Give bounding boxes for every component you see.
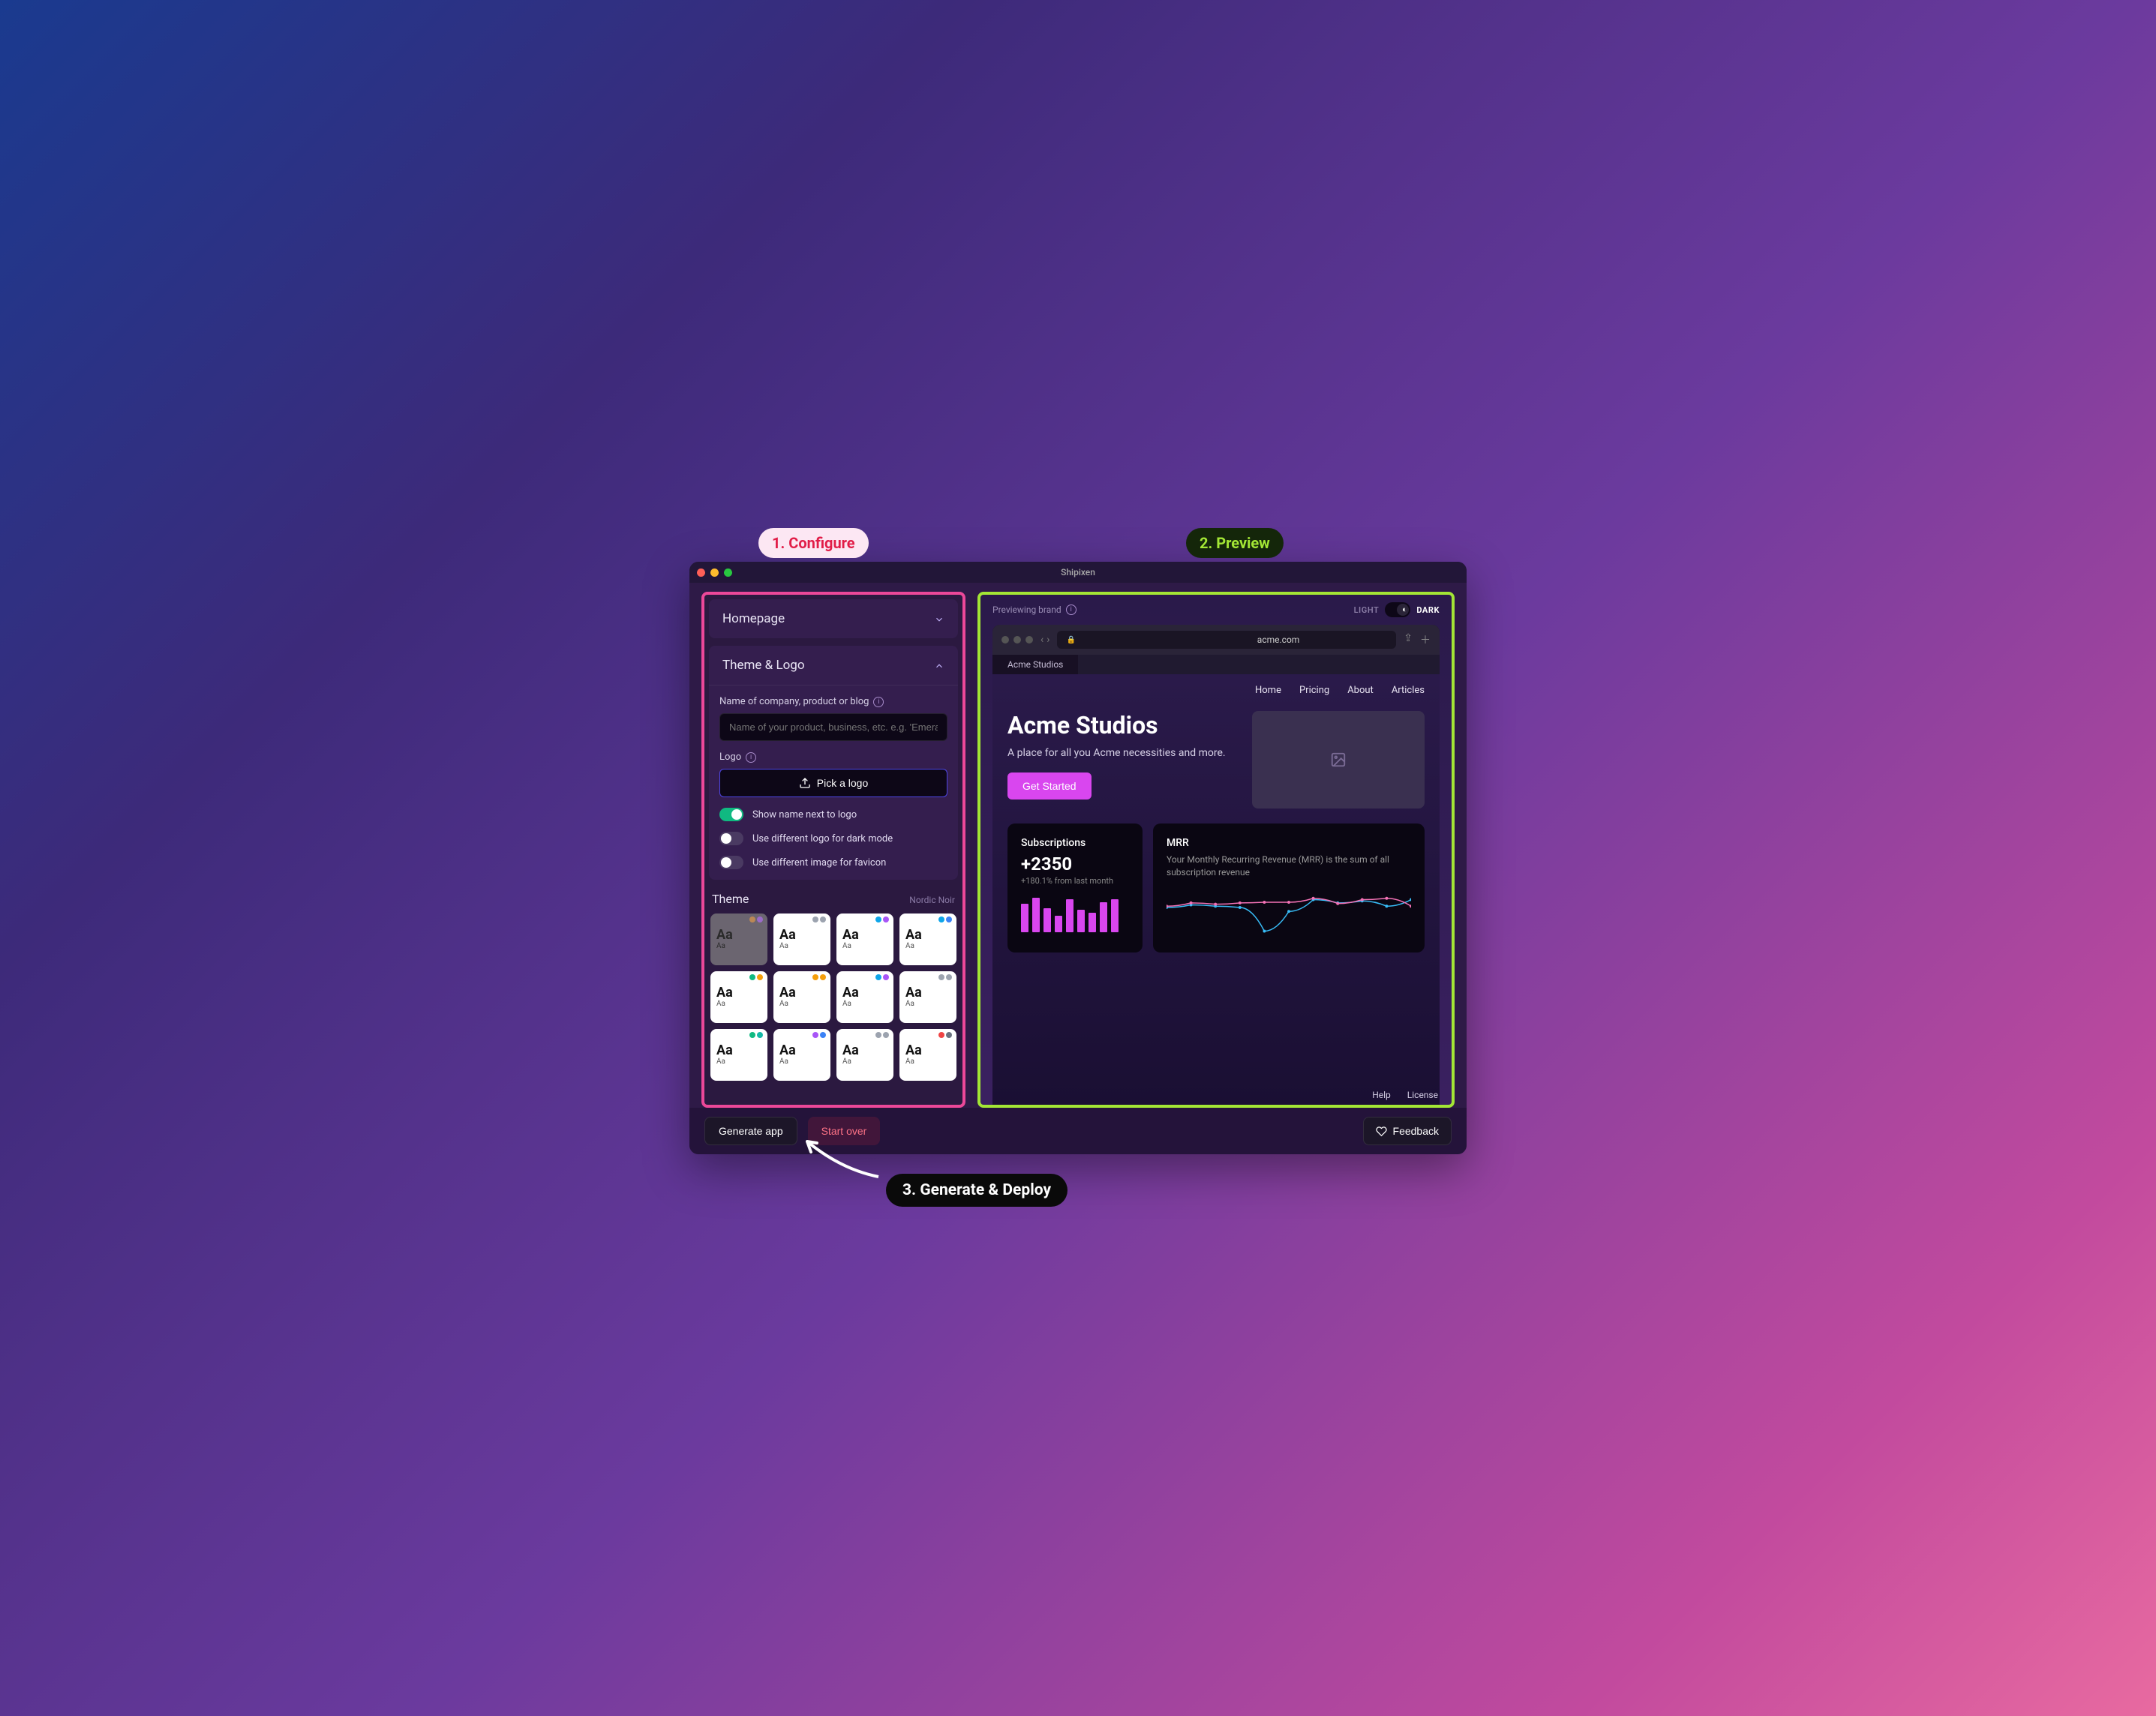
toggle-show-name-label: Show name next to logo: [752, 809, 857, 820]
nav-link[interactable]: About: [1347, 685, 1374, 696]
lock-icon: 🔒: [1066, 636, 1075, 644]
section-homepage-title: Homepage: [722, 611, 785, 626]
section-theme-logo: Theme & Logo Name of company, product or…: [709, 646, 958, 880]
theme-title: Theme: [712, 892, 749, 906]
site-nav: Home Pricing About Articles: [1007, 685, 1425, 696]
section-theme-logo-title: Theme & Logo: [722, 658, 805, 673]
logo-label: Logo i: [719, 752, 947, 763]
info-icon[interactable]: i: [873, 697, 884, 707]
configure-panel: Homepage Theme & Logo: [701, 592, 965, 1108]
feedback-button[interactable]: Feedback: [1363, 1117, 1452, 1145]
subscriptions-sub: +180.1% from last month: [1021, 876, 1129, 886]
subscriptions-bar-chart: [1021, 895, 1129, 932]
mrr-description: Your Monthly Recurring Revenue (MRR) is …: [1167, 854, 1411, 879]
subscriptions-value: +2350: [1021, 854, 1129, 874]
mrr-card: MRR Your Monthly Recurring Revenue (MRR)…: [1153, 824, 1425, 952]
theme-grid: AaAaAaAaAaAaAaAaAaAaAaAaAaAaAaAaAaAaAaAa…: [709, 914, 958, 1081]
hero-subtitle: A place for all you Acme necessities and…: [1007, 747, 1234, 759]
theme-card[interactable]: AaAa: [899, 971, 956, 1023]
theme-card[interactable]: AaAa: [899, 1029, 956, 1081]
mrr-title: MRR: [1167, 837, 1411, 849]
theme-card[interactable]: AaAa: [710, 1029, 767, 1081]
hero-image-placeholder: [1252, 711, 1425, 808]
info-icon[interactable]: i: [746, 752, 756, 763]
browser-forward-icon[interactable]: ›: [1046, 634, 1049, 646]
nav-link[interactable]: Pricing: [1299, 685, 1329, 696]
share-icon[interactable]: ⇪: [1404, 632, 1413, 647]
toggle-show-name[interactable]: [719, 808, 743, 821]
theme-card[interactable]: AaAa: [710, 971, 767, 1023]
section-theme: Theme Nordic Noir AaAaAaAaAaAaAaAaAaAaAa…: [709, 887, 958, 1081]
annotation-configure: 1. Configure: [758, 528, 869, 558]
toggle-dark-logo-label: Use different logo for dark mode: [752, 833, 893, 844]
browser-url-bar[interactable]: 🔒 acme.com: [1057, 631, 1396, 649]
moon-icon: ◐: [1402, 604, 1407, 614]
image-icon: [1330, 752, 1347, 768]
theme-current-name: Nordic Noir: [909, 895, 955, 905]
browser-tab[interactable]: Acme Studios: [992, 655, 1078, 674]
generate-app-button[interactable]: Generate app: [704, 1117, 797, 1145]
annotation-generate: 3. Generate & Deploy: [886, 1174, 1067, 1207]
info-icon[interactable]: i: [1066, 604, 1076, 615]
license-link[interactable]: License: [1407, 1090, 1438, 1100]
light-label: LIGHT: [1354, 605, 1380, 615]
previewing-label: Previewing brand: [992, 604, 1061, 615]
toggle-dark-logo[interactable]: [719, 832, 743, 845]
preview-panel: Previewing brand i LIGHT ◐ DARK: [977, 592, 1455, 1108]
theme-card[interactable]: AaAa: [710, 914, 767, 965]
dark-label: DARK: [1416, 605, 1440, 615]
browser-frame: ‹ › 🔒 acme.com ⇪ ＋ Acme Studio: [992, 625, 1440, 1105]
toggle-favicon-label: Use different image for favicon: [752, 857, 886, 868]
annotation-preview: 2. Preview: [1186, 528, 1284, 558]
section-theme-logo-header[interactable]: Theme & Logo: [709, 646, 958, 685]
section-homepage-header[interactable]: Homepage: [709, 599, 958, 638]
chevron-down-icon: [934, 614, 944, 624]
upload-icon: [799, 777, 811, 789]
theme-card[interactable]: AaAa: [773, 1029, 830, 1081]
heart-icon: [1376, 1126, 1387, 1137]
theme-card[interactable]: AaAa: [836, 1029, 893, 1081]
theme-card[interactable]: AaAa: [773, 971, 830, 1023]
nav-link[interactable]: Articles: [1392, 685, 1425, 696]
company-name-label: Name of company, product or blog i: [719, 696, 947, 707]
nav-link[interactable]: Home: [1255, 685, 1281, 696]
theme-card[interactable]: AaAa: [836, 914, 893, 965]
mrr-line-chart: [1167, 886, 1411, 939]
app-window: Shipixen Homepage Theme & Logo: [689, 562, 1467, 1154]
help-link[interactable]: Help: [1372, 1090, 1391, 1100]
start-over-button[interactable]: Start over: [808, 1117, 881, 1145]
browser-traffic-lights: [1001, 636, 1033, 644]
section-homepage: Homepage: [709, 599, 958, 638]
chevron-up-icon: [934, 660, 944, 670]
titlebar: Shipixen: [689, 562, 1467, 583]
company-name-input[interactable]: [719, 713, 947, 741]
app-title: Shipixen: [689, 567, 1467, 578]
toggle-favicon[interactable]: [719, 856, 743, 869]
theme-card[interactable]: AaAa: [836, 971, 893, 1023]
hero-title: Acme Studios: [1007, 711, 1234, 740]
get-started-button[interactable]: Get Started: [1007, 772, 1092, 800]
browser-back-icon[interactable]: ‹: [1040, 634, 1043, 646]
theme-mode-toggle[interactable]: ◐: [1385, 602, 1410, 617]
subscriptions-title: Subscriptions: [1021, 837, 1129, 849]
pick-logo-button[interactable]: Pick a logo: [719, 769, 947, 797]
new-tab-icon[interactable]: ＋: [1420, 632, 1431, 647]
theme-card[interactable]: AaAa: [899, 914, 956, 965]
theme-card[interactable]: AaAa: [773, 914, 830, 965]
subscriptions-card: Subscriptions +2350 +180.1% from last mo…: [1007, 824, 1143, 952]
